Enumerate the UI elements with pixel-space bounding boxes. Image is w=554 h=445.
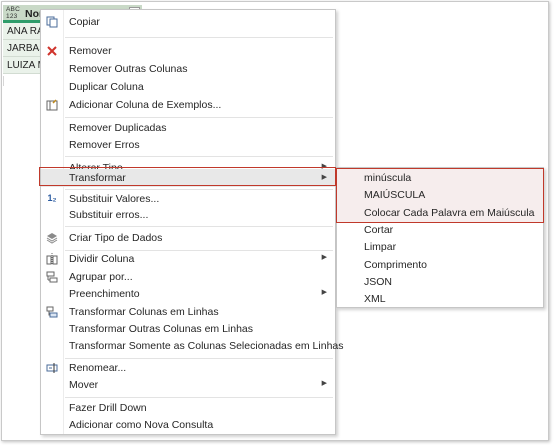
copy-icon — [46, 16, 58, 28]
menu-item-add-column-from-examples[interactable]: Adicionar Coluna de Exemplos... — [41, 97, 335, 114]
submenu-arrow-icon: ▶ — [321, 289, 327, 296]
transform-highlight-box — [39, 167, 336, 186]
submenu-item-clean[interactable]: Limpar — [337, 239, 543, 256]
split-column-icon — [46, 253, 58, 265]
group-by-icon — [46, 271, 58, 283]
menu-separator — [65, 156, 333, 157]
menu-item-remove[interactable]: Remover — [41, 43, 335, 60]
menu-item-add-as-new-query[interactable]: Adicionar como Nova Consulta — [41, 417, 335, 434]
submenu-item-length[interactable]: Comprimento — [337, 257, 543, 274]
submenu-item-xml[interactable]: XML — [337, 291, 543, 308]
menu-item-group-by[interactable]: Agrupar por... — [41, 269, 335, 286]
remove-column-icon — [46, 45, 58, 57]
menu-item-move[interactable]: Mover ▶ — [41, 377, 335, 394]
menu-item-replace-values[interactable]: 1₂ Substituir Valores... — [41, 190, 335, 207]
transform-submenu: minúscula MAIÚSCULA Colocar Cada Palavra… — [336, 167, 544, 308]
menu-item-drill-down[interactable]: Fazer Drill Down — [41, 400, 335, 417]
submenu-item-lowercase[interactable]: minúscula — [337, 170, 543, 187]
submenu-item-trim[interactable]: Cortar — [337, 222, 543, 239]
menu-item-remove-errors[interactable]: Remover Erros — [41, 137, 335, 154]
rename-icon — [46, 362, 58, 374]
replace-values-icon: 1₂ — [47, 193, 57, 203]
menu-separator — [65, 226, 333, 227]
menu-separator — [65, 358, 333, 359]
menu-separator — [65, 117, 333, 118]
context-menu: Copiar Remover Remover Outras Colunas Du… — [40, 9, 344, 435]
menu-item-duplicate-column[interactable]: Duplicar Coluna — [41, 79, 335, 96]
menu-item-copy[interactable]: Copiar — [41, 14, 335, 31]
submenu-arrow-icon: ▶ — [321, 254, 327, 261]
menu-item-rename[interactable]: Renomear... — [41, 360, 335, 377]
menu-item-unpivot-selected-columns[interactable]: Transformar Somente as Colunas Seleciona… — [41, 338, 344, 355]
menu-item-remove-duplicates[interactable]: Remover Duplicadas — [41, 120, 335, 137]
menu-item-replace-errors[interactable]: Substituir erros... — [41, 207, 335, 224]
menu-separator — [65, 397, 333, 398]
menu-separator — [65, 37, 333, 38]
column-from-examples-icon — [46, 99, 58, 111]
submenu-item-uppercase[interactable]: MAIÚSCULA — [337, 187, 543, 204]
menu-item-split-column[interactable]: Dividir Coluna ▶ — [41, 251, 335, 268]
any-type-icon[interactable]: ABC 123 — [6, 6, 22, 20]
menu-item-create-data-type[interactable]: Criar Tipo de Dados — [41, 230, 335, 247]
menu-item-unpivot-columns[interactable]: Transformar Colunas em Linhas — [41, 304, 335, 321]
submenu-arrow-icon: ▶ — [321, 380, 327, 387]
submenu-item-capitalize-each-word[interactable]: Colocar Cada Palavra em Maiúscula — [337, 205, 543, 222]
unpivot-icon — [46, 306, 58, 318]
submenu-item-json[interactable]: JSON — [337, 274, 543, 291]
data-type-icon — [46, 232, 58, 244]
menu-item-remove-other-columns[interactable]: Remover Outras Colunas — [41, 61, 335, 78]
menu-item-fill[interactable]: Preenchimento ▶ — [41, 286, 335, 303]
menu-item-unpivot-other-columns[interactable]: Transformar Outras Colunas em Linhas — [41, 321, 335, 338]
